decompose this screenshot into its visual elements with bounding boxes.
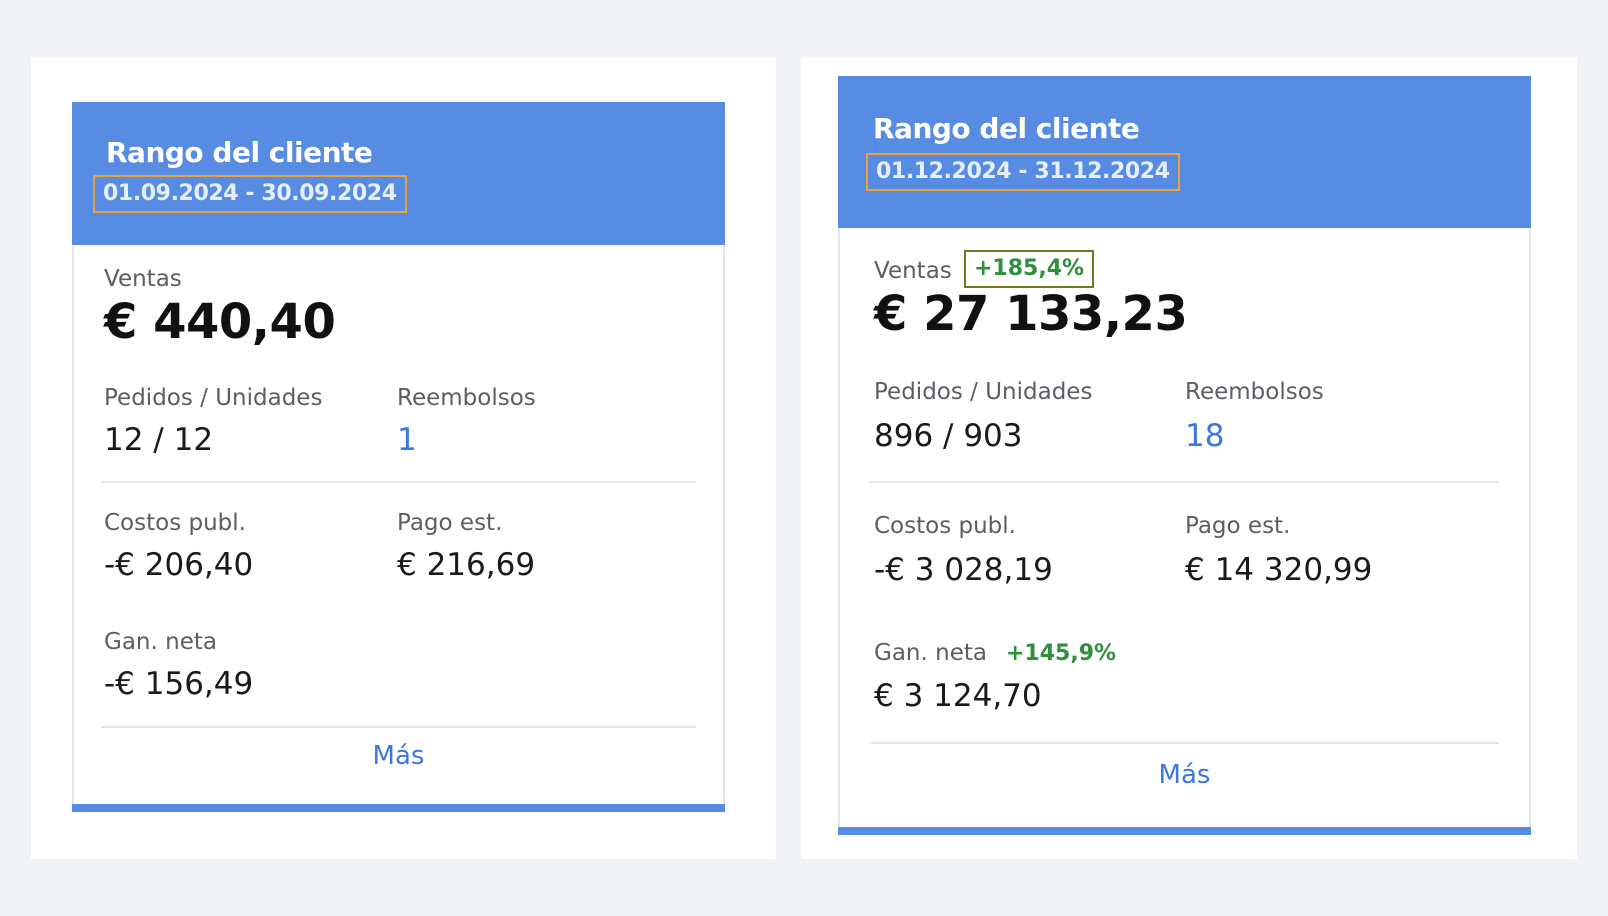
sales-value: € 27 133,23 <box>874 286 1188 342</box>
sales-label: Ventas <box>874 258 952 284</box>
divider <box>101 481 696 483</box>
card-footer-bar <box>72 804 725 812</box>
more-link[interactable]: Más <box>840 760 1529 790</box>
orders-units-value: 12 / 12 <box>104 422 214 458</box>
date-range: 01.12.2024 - 31.12.2024 <box>866 153 1180 191</box>
refunds-link[interactable]: 1 <box>397 422 417 458</box>
refunds-label: Reembolsos <box>1185 379 1324 405</box>
date-range: 01.09.2024 - 30.09.2024 <box>93 175 407 213</box>
orders-units-label: Pedidos / Unidades <box>874 379 1093 405</box>
card-footer-bar <box>838 827 1531 835</box>
est-payout-value: € 14 320,99 <box>1185 552 1373 588</box>
refunds-link[interactable]: 18 <box>1185 418 1224 454</box>
est-payout-value: € 216,69 <box>397 547 536 583</box>
net-profit-label: Gan. neta <box>104 629 217 655</box>
divider <box>870 481 1499 483</box>
ad-costs-label: Costos publ. <box>104 510 246 536</box>
est-payout-label: Pago est. <box>1185 513 1291 539</box>
sales-value: € 440,40 <box>104 294 336 350</box>
sales-change-badge: +185,4% <box>964 250 1095 288</box>
ad-costs-value: -€ 206,40 <box>104 547 254 583</box>
orders-units-label: Pedidos / Unidades <box>104 385 323 411</box>
divider <box>101 726 696 728</box>
net-profit-value: € 3 124,70 <box>874 678 1042 714</box>
est-payout-label: Pago est. <box>397 510 503 536</box>
orders-units-value: 896 / 903 <box>874 418 1023 454</box>
refunds-label: Reembolsos <box>397 385 536 411</box>
customer-range-card-december: Rango del cliente 01.12.2024 - 31.12.202… <box>838 76 1531 835</box>
card-title: Rango del cliente <box>873 112 1140 145</box>
net-profit-label: Gan. neta <box>874 640 987 666</box>
card-header: Rango del cliente 01.12.2024 - 31.12.202… <box>838 76 1531 228</box>
card-header: Rango del cliente 01.09.2024 - 30.09.202… <box>72 102 725 245</box>
customer-range-card-september: Rango del cliente 01.09.2024 - 30.09.202… <box>72 102 725 812</box>
divider <box>870 742 1499 744</box>
sales-label: Ventas <box>104 266 182 292</box>
ad-costs-value: -€ 3 028,19 <box>874 552 1053 588</box>
ad-costs-label: Costos publ. <box>874 513 1016 539</box>
net-profit-value: -€ 156,49 <box>104 666 254 702</box>
card-title: Rango del cliente <box>106 136 373 169</box>
more-link[interactable]: Más <box>74 741 723 771</box>
net-profit-change: +145,9% <box>1006 641 1117 666</box>
